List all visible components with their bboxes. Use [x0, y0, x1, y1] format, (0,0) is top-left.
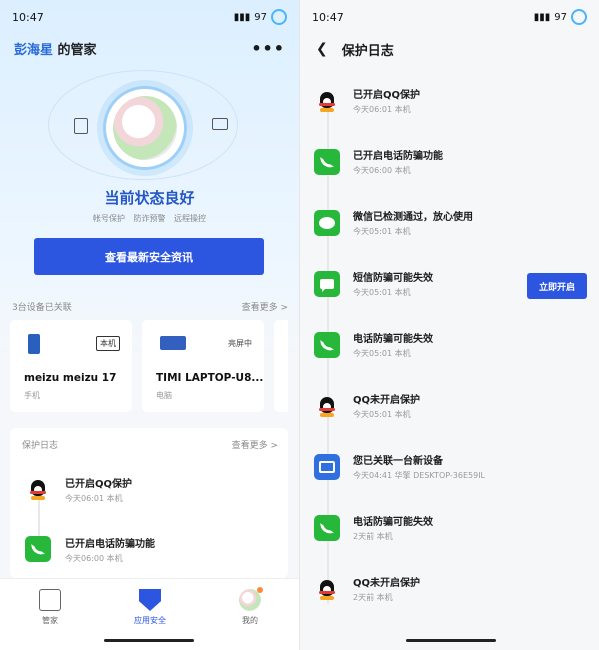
device-tag: 本机 [96, 336, 120, 351]
log-item[interactable]: QQ未开启保护 今天05:01 本机 [300, 385, 599, 445]
device-name: meizu meizu 17 [24, 372, 117, 384]
log-title: 已开启QQ保护 [65, 479, 133, 490]
status-time: 10:47 [12, 10, 44, 24]
log-title: 短信防骗可能失效 [353, 273, 433, 284]
sms-icon [314, 271, 340, 297]
more-icon[interactable]: ••• [251, 39, 285, 58]
nav-app-security[interactable]: 应用安全 [110, 589, 190, 626]
home-indicator [104, 639, 194, 642]
qq-icon [314, 393, 340, 419]
device-list: 本机 meizu meizu 17 手机 亮屏中 TIMI LAPTOP-U8.… [10, 320, 288, 412]
home-icon [39, 589, 61, 611]
log-meta: 2天前 本机 [353, 532, 393, 541]
log-item[interactable]: 微信已检测通过，放心使用 今天05:01 本机 [300, 202, 599, 262]
log-title: 您已关联一台新设备 [353, 456, 443, 467]
phone-icon [314, 332, 340, 358]
log-meta: 今天05:01 本机 [353, 288, 411, 297]
security-news-button[interactable]: 查看最新安全资讯 [34, 238, 264, 275]
status-bar: 10:47 ▮▮▮ 97 [0, 0, 299, 34]
screenshot: 10:47 ▮▮▮ 97 彭海星 的管家 ••• 当前状态良好 帐号保护 防诈预… [0, 0, 599, 650]
log-list: 已开启QQ保护 今天06:01 本机 已开启电话防骗功能 今天06:00 本机 微信已检… [300, 0, 599, 650]
devices-section-header: 3台设备已关联 查看更多 > [12, 300, 288, 313]
device-icon [314, 454, 340, 480]
log-item[interactable]: 电话防骗可能失效 今天05:01 本机 [300, 324, 599, 384]
nav-me[interactable]: 我的 [210, 587, 290, 626]
nav-label: 管家 [42, 616, 58, 625]
log-meta: 今天06:01 本机 [353, 105, 411, 114]
status-tag: 帐号保护 [92, 214, 125, 223]
nav-label: 我的 [242, 616, 258, 625]
battery-level: 97 [254, 11, 267, 23]
log-title: 电话防骗可能失效 [353, 517, 433, 528]
shield-icon [139, 589, 161, 611]
log-meta: 今天06:01 本机 [65, 494, 123, 503]
log-card: 保护日志 查看更多 > 已开启QQ保护 今天06:01 本机 已开启电话防骗功能… [10, 428, 288, 578]
qq-icon [314, 576, 340, 602]
status-tags: 帐号保护 防诈预警 远程操控 [0, 213, 299, 224]
log-meta: 今天05:01 本机 [353, 410, 411, 419]
enable-now-button[interactable]: 立即开启 [527, 273, 587, 299]
status-icons: ▮▮▮ 97 [234, 9, 287, 25]
avatar-image [113, 96, 177, 160]
nav-home[interactable]: 管家 [10, 589, 90, 626]
log-item[interactable]: QQ未开启保护 2天前 本机 [300, 568, 599, 628]
device-card-peek[interactable] [274, 320, 288, 412]
log-title: 微信已检测通过，放心使用 [353, 212, 473, 223]
laptop-icon [160, 336, 186, 350]
home-indicator [406, 639, 496, 642]
home-header: 彭海星 的管家 ••• [0, 34, 299, 62]
title-suffix: 的管家 [53, 42, 97, 58]
avatar[interactable] [103, 86, 187, 170]
log-title: 已开启电话防骗功能 [353, 151, 443, 162]
device-type: 电脑 [156, 391, 172, 400]
log-title: QQ未开启保护 [353, 395, 421, 406]
status-tag: 防诈预警 [133, 214, 166, 223]
log-meta: 今天04:41 华擎 DESKTOP-36E59IL [353, 471, 486, 480]
log-section-header: 保护日志 查看更多 > [22, 438, 278, 451]
avatar-icon [239, 587, 263, 611]
signal-icon: ▮▮▮ [233, 11, 251, 23]
bottom-nav: 管家 应用安全 我的 [0, 578, 299, 650]
phone-icon [314, 515, 340, 541]
wechat-icon [314, 210, 340, 236]
home-screen: 10:47 ▮▮▮ 97 彭海星 的管家 ••• 当前状态良好 帐号保护 防诈预… [0, 0, 299, 650]
log-meta: 今天05:01 本机 [353, 227, 411, 236]
owner-name: 彭海星 [14, 42, 54, 58]
status-title: 当前状态良好 [104, 189, 195, 207]
qq-icon [25, 476, 51, 502]
device-type: 手机 [24, 391, 40, 400]
device-card[interactable]: 亮屏中 TIMI LAPTOP-U8... 电脑 [142, 320, 264, 412]
log-section-title: 保护日志 [22, 441, 59, 451]
log-meta: 今天05:01 本机 [353, 349, 411, 358]
protection-log-screen: 10:47 ▮▮▮ 97 ❮ 保护日志 已开启QQ保护 今天06:01 本机 已开启… [299, 0, 599, 650]
devices-more-link[interactable]: 查看更多 > [242, 300, 288, 313]
monitor-icon[interactable] [212, 118, 228, 130]
nav-label: 应用安全 [134, 616, 166, 625]
log-item[interactable]: 已开启QQ保护 今天06:01 本机 [300, 80, 599, 140]
phone-icon [25, 536, 51, 562]
log-title: 电话防骗可能失效 [353, 334, 433, 345]
log-meta: 今天06:00 本机 [353, 166, 411, 175]
phone-icon [28, 334, 40, 354]
devices-count: 3台设备已关联 [12, 303, 72, 313]
qq-icon [314, 88, 340, 114]
phone-icon [314, 149, 340, 175]
battery-ring-icon [271, 9, 287, 25]
log-title: 已开启电话防骗功能 [65, 539, 155, 550]
log-title: 已开启QQ保护 [353, 90, 421, 101]
device-card[interactable]: 本机 meizu meizu 17 手机 [10, 320, 132, 412]
log-meta: 2天前 本机 [353, 593, 393, 602]
log-title: QQ未开启保护 [353, 578, 421, 589]
tablet-icon[interactable] [74, 118, 88, 134]
status-tag: 远程操控 [174, 214, 207, 223]
log-meta: 今天06:00 本机 [65, 554, 123, 563]
log-item[interactable]: 电话防骗可能失效 2天前 本机 [300, 507, 599, 567]
device-tag: 亮屏中 [228, 339, 252, 348]
log-item[interactable]: 已开启QQ保护 今天06:01 本机 [10, 468, 288, 528]
device-name: TIMI LAPTOP-U8... [156, 372, 264, 384]
log-more-link[interactable]: 查看更多 > [232, 438, 278, 451]
page-title: 彭海星 的管家 [14, 39, 97, 58]
log-item[interactable]: 已开启电话防骗功能 今天06:00 本机 [300, 141, 599, 201]
log-item[interactable]: 您已关联一台新设备今天04:41 华擎 DESKTOP-36E59IL [300, 446, 599, 506]
